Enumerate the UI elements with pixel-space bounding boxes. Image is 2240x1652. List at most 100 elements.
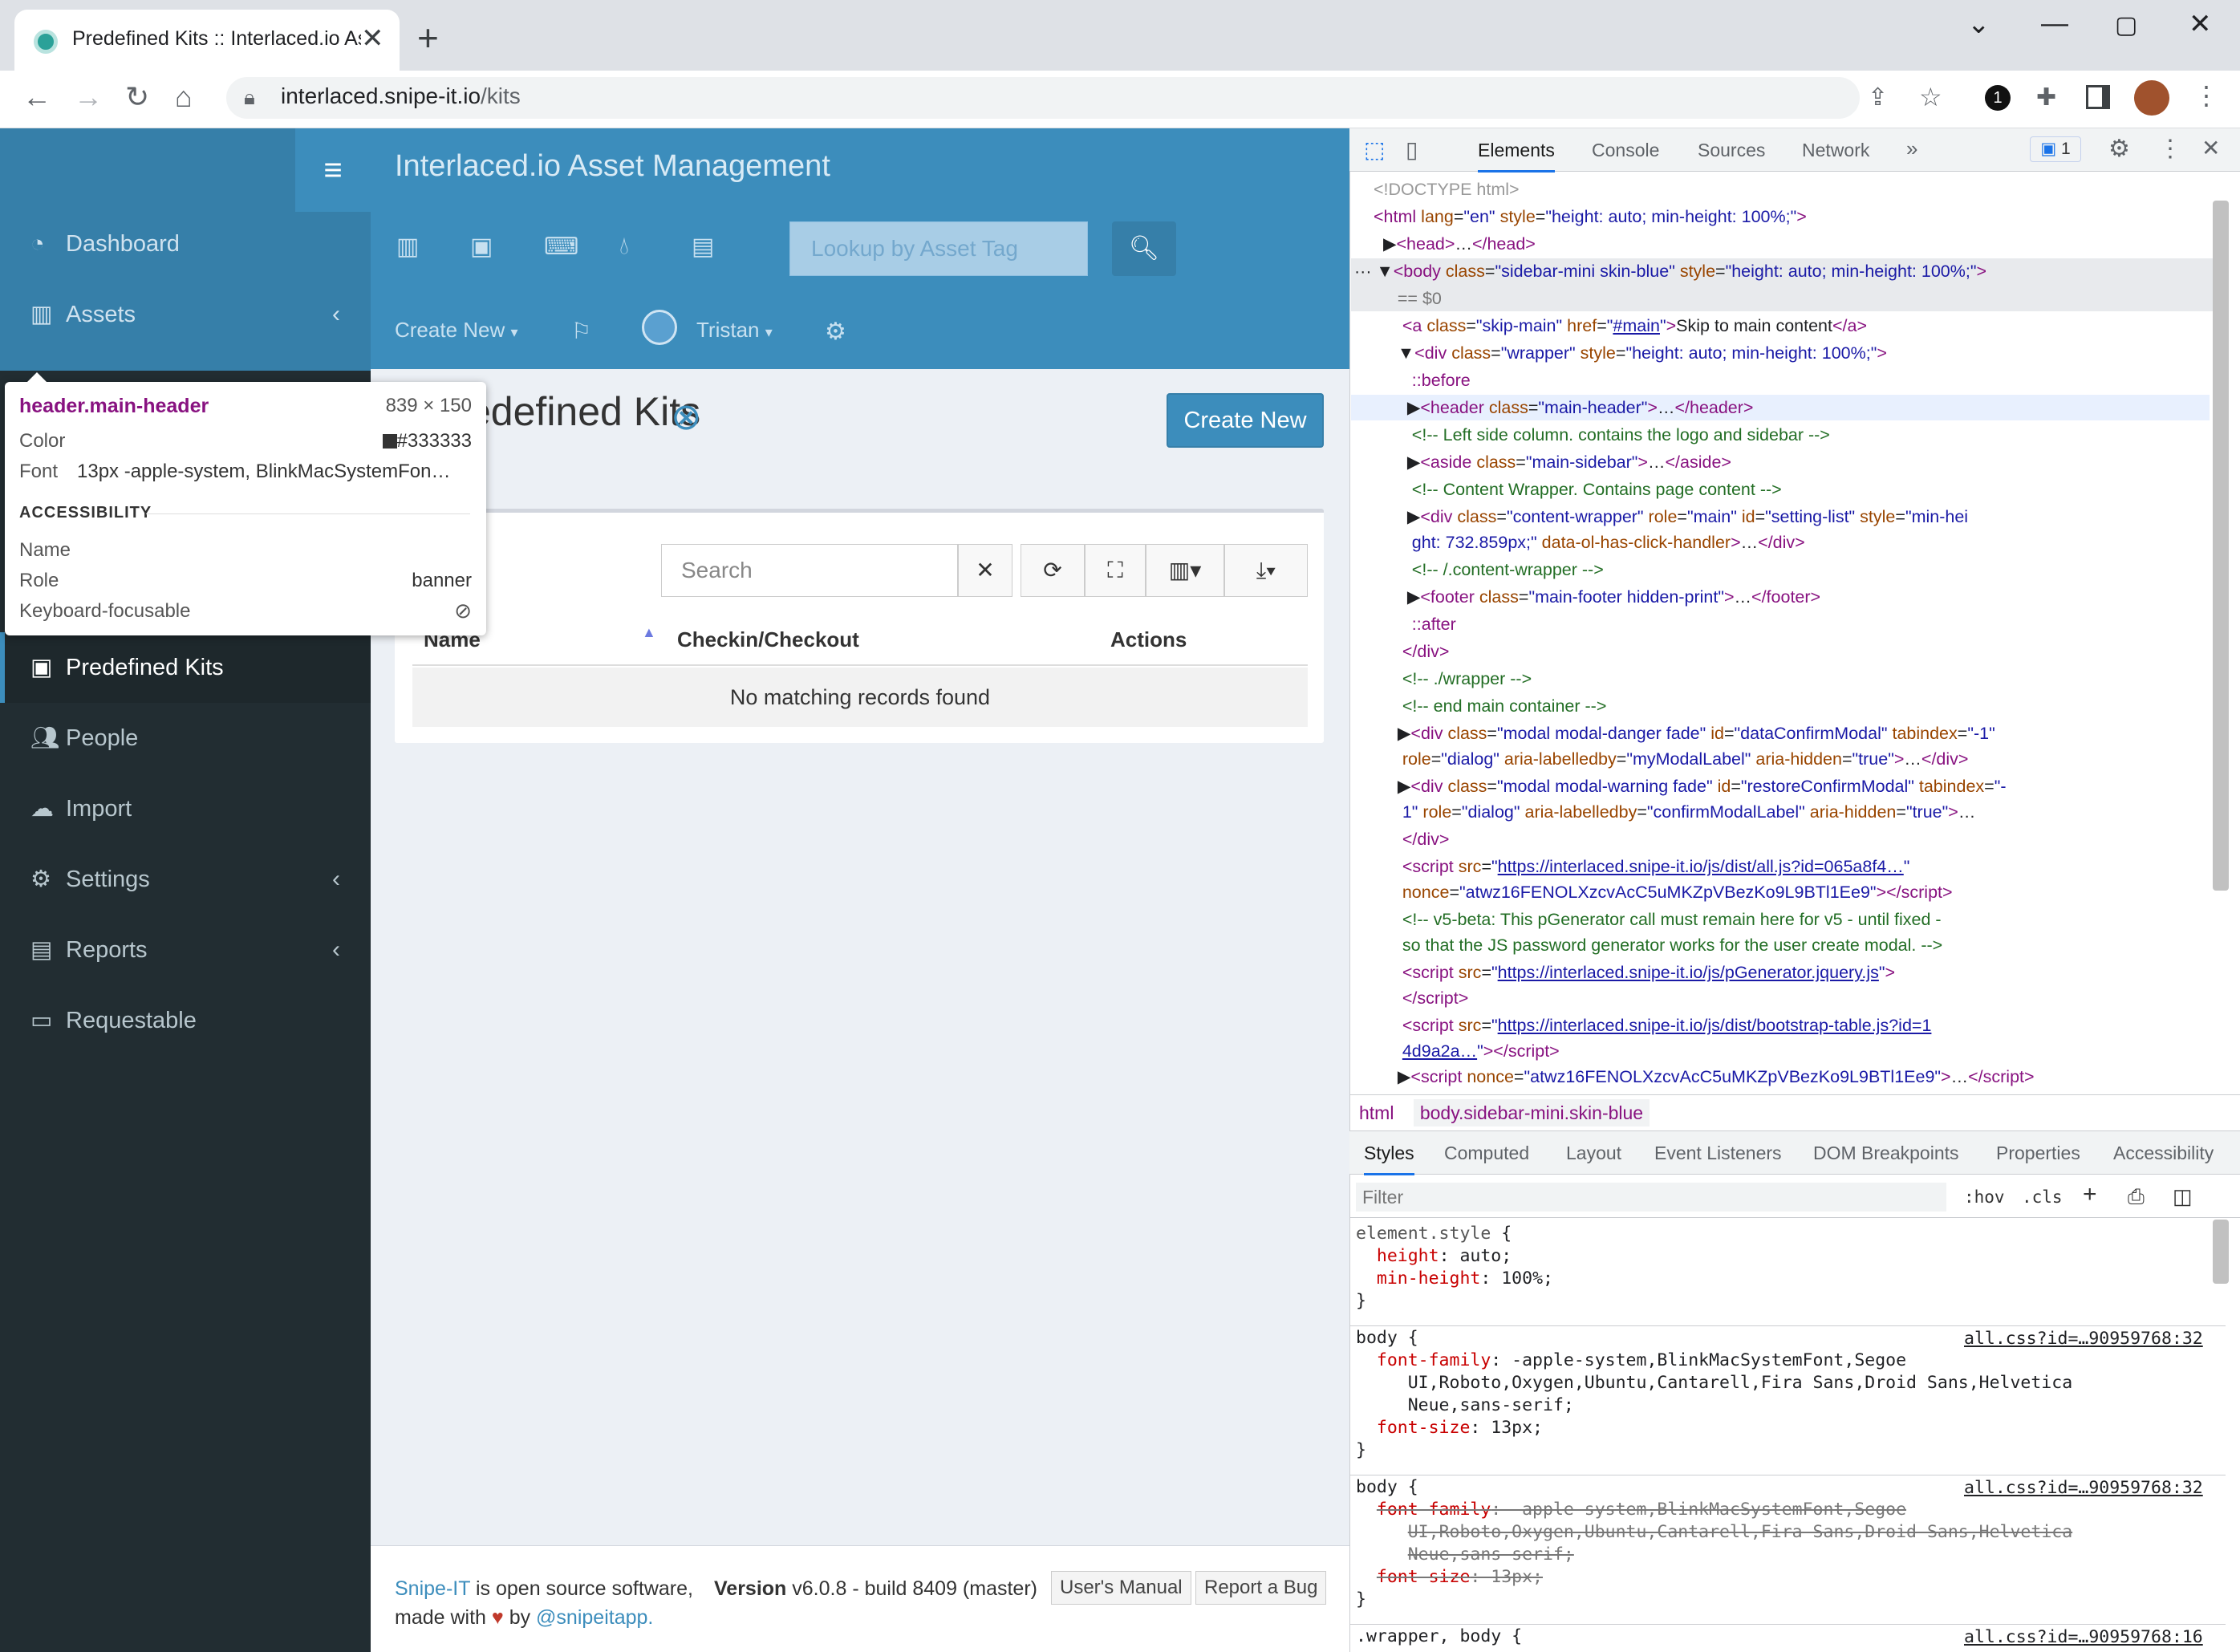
paint-icon[interactable]: ⎙ bbox=[2128, 1184, 2145, 1210]
assets-barcode-icon[interactable]: ▥ bbox=[396, 233, 419, 261]
sidebar-item-reports[interactable]: ▤ Reports ‹ bbox=[0, 915, 371, 985]
lock-icon[interactable]: 🔒︎ bbox=[244, 85, 255, 111]
forward-icon[interactable]: → bbox=[74, 80, 103, 114]
close-devtools-icon[interactable]: ✕ bbox=[2201, 135, 2220, 161]
sidebar-item-settings[interactable]: ⚙ Settings ‹ bbox=[0, 844, 371, 915]
dom-line[interactable]: <!-- end main container --> bbox=[1374, 693, 1607, 719]
dom-line[interactable]: </script> bbox=[1374, 985, 1468, 1011]
profile-avatar[interactable] bbox=[2134, 80, 2169, 116]
home-icon[interactable]: ⌂ bbox=[175, 80, 193, 114]
dom-line[interactable]: ght: 732.859px;" data-ol-has-click-handl… bbox=[1374, 530, 1805, 555]
styles-scrollbar[interactable] bbox=[2213, 1220, 2229, 1284]
dom-line[interactable]: so that the JS password generator works … bbox=[1374, 932, 1942, 958]
dom-line[interactable]: <!-- v5-beta: This pGenerator call must … bbox=[1374, 907, 1942, 932]
dom-line[interactable]: role="dialog" aria-labelledby="myModalLa… bbox=[1374, 746, 1969, 772]
tab-elements[interactable]: Elements bbox=[1478, 140, 1555, 173]
issues-badge[interactable]: ▣ 1 bbox=[2030, 136, 2081, 162]
create-new-button[interactable]: Create New bbox=[1167, 393, 1324, 448]
extensions-icon[interactable]: ✚ bbox=[2036, 83, 2056, 112]
more-tabs-icon[interactable]: » bbox=[1906, 136, 1917, 161]
dom-line[interactable]: ::after bbox=[1374, 611, 1456, 637]
new-tab-button[interactable]: + bbox=[417, 16, 439, 59]
device-toolbar-icon[interactable]: ▯ bbox=[1406, 136, 1418, 163]
dom-line[interactable]: <html lang="en" style="height: auto; min… bbox=[1374, 204, 1807, 229]
report-bug-button[interactable]: Report a Bug bbox=[1195, 1571, 1327, 1605]
dom-line[interactable]: 1" role="dialog" aria-labelledby="confir… bbox=[1374, 799, 1975, 825]
side-panel-icon[interactable] bbox=[2086, 85, 2110, 109]
dom-line[interactable]: </div> bbox=[1374, 639, 1450, 664]
dom-line[interactable]: ▶<aside class="main-sidebar">…</aside> bbox=[1374, 449, 1731, 475]
user-avatar[interactable] bbox=[642, 310, 677, 345]
dom-line[interactable]: ::before bbox=[1374, 367, 1471, 393]
toggle-sidebar-icon[interactable]: ◫ bbox=[2173, 1184, 2193, 1209]
reload-icon[interactable]: ↻ bbox=[125, 80, 149, 114]
dom-line[interactable]: nonce="atwz16FENOLXzcvAcC5uMKZpVBezKo9L9… bbox=[1374, 879, 1953, 905]
hov-toggle[interactable]: :hov bbox=[1964, 1187, 2005, 1207]
dom-line[interactable]: <script src="https://interlaced.snipe-it… bbox=[1374, 854, 1910, 879]
column-header-checkin-checkout[interactable]: Checkin/Checkout bbox=[677, 627, 859, 652]
flag-icon[interactable]: ⚐ bbox=[571, 318, 591, 344]
help-lifebuoy-icon[interactable]: ⊗ bbox=[671, 395, 702, 438]
url-text[interactable]: interlaced.snipe-it.io/kits bbox=[281, 83, 521, 109]
maximize-button[interactable]: ▢ bbox=[2115, 11, 2137, 39]
users-manual-button[interactable]: User's Manual bbox=[1051, 1571, 1191, 1605]
snipeitapp-link[interactable]: @snipeitapp. bbox=[536, 1606, 653, 1629]
tab-computed[interactable]: Computed bbox=[1444, 1143, 1529, 1164]
tab-accessibility[interactable]: Accessibility bbox=[2113, 1143, 2214, 1164]
new-style-rule-icon[interactable]: + bbox=[2083, 1181, 2097, 1208]
browser-tab[interactable]: Predefined Kits :: Interlaced.io As ✕ bbox=[14, 10, 400, 71]
admin-gears-icon[interactable]: ⚙ bbox=[825, 318, 846, 346]
dom-line[interactable]: <!-- ./wrapper --> bbox=[1374, 666, 1532, 692]
tab-styles[interactable]: Styles bbox=[1364, 1143, 1414, 1175]
dom-line[interactable]: <!DOCTYPE html> bbox=[1374, 177, 1520, 202]
sidebar-item-import[interactable]: ☁ Import bbox=[0, 773, 371, 844]
sidebar-toggle-icon[interactable]: ≡ bbox=[295, 128, 371, 212]
cls-toggle[interactable]: .cls bbox=[2022, 1187, 2063, 1207]
back-icon[interactable]: ← bbox=[22, 80, 51, 114]
sidebar-item-dashboard[interactable]: ◔ Dashboard bbox=[0, 209, 371, 279]
css-source-link[interactable]: all.css?id=…90959768:16 bbox=[1964, 1627, 2203, 1647]
dom-line[interactable]: <script src="https://interlaced.snipe-it… bbox=[1374, 1013, 1932, 1038]
dom-line[interactable]: <script src="https://interlaced.snipe-it… bbox=[1374, 960, 1895, 985]
password-manager-icon[interactable]: 1 bbox=[1985, 85, 2011, 111]
keyboard-icon[interactable]: ⌨ bbox=[544, 233, 578, 261]
dom-line[interactable]: ▶<div class="content-wrapper" role="main… bbox=[1374, 504, 1968, 530]
fullscreen-icon[interactable]: ⛶ bbox=[1085, 544, 1146, 597]
dom-line[interactable]: ▼<div class="wrapper" style="height: aut… bbox=[1374, 340, 1887, 366]
css-rule-wrapper-body[interactable]: .wrapper, body { bbox=[1356, 1626, 1522, 1648]
dom-tree-scrollbar[interactable] bbox=[2213, 201, 2229, 891]
styles-filter-input[interactable]: Filter bbox=[1356, 1183, 1946, 1212]
tab-network[interactable]: Network bbox=[1802, 140, 1869, 161]
dom-line[interactable]: ··· ▼<body class="sidebar-mini skin-blue… bbox=[1354, 258, 1986, 284]
css-source-link[interactable]: all.css?id=…90959768:32 bbox=[1964, 1478, 2203, 1498]
tab-search-icon[interactable]: ⌄ bbox=[1967, 8, 1990, 40]
breadcrumb-html[interactable]: html bbox=[1359, 1102, 1394, 1123]
sidebar-item-requestable[interactable]: ▭ Requestable bbox=[0, 985, 371, 1056]
devtools-settings-icon[interactable]: ⚙ bbox=[2108, 135, 2130, 163]
inspect-element-icon[interactable]: ⬚ bbox=[1364, 136, 1385, 163]
bookmark-star-icon[interactable]: ☆ bbox=[1919, 82, 1942, 112]
close-tab-icon[interactable]: ✕ bbox=[361, 22, 384, 55]
dom-line[interactable]: <!-- Content Wrapper. Contains page cont… bbox=[1374, 477, 1782, 502]
css-rule-element-style[interactable]: element.style { height: auto; min-height… bbox=[1356, 1223, 1553, 1313]
clear-search-icon[interactable]: ✕ bbox=[958, 544, 1012, 597]
devtools-menu-icon[interactable]: ⋮ bbox=[2158, 135, 2182, 163]
dom-line[interactable]: <!-- /.content-wrapper --> bbox=[1374, 557, 1604, 582]
sidebar-item-assets[interactable]: ▥ Assets ‹ bbox=[0, 279, 371, 350]
user-menu[interactable]: Tristan ▾ bbox=[696, 318, 773, 343]
minimize-button[interactable]: — bbox=[2041, 8, 2068, 39]
table-search-input[interactable]: Search bbox=[661, 544, 958, 597]
save-icon[interactable]: ▣ bbox=[470, 233, 493, 261]
dom-line[interactable]: ▶<div class="modal modal-danger fade" id… bbox=[1374, 720, 1995, 746]
sidebar-item-predefined-kits[interactable]: ▣ Predefined Kits bbox=[0, 632, 371, 703]
refresh-icon[interactable]: ⟳ bbox=[1021, 544, 1085, 597]
dom-line[interactable]: </div> bbox=[1374, 826, 1450, 852]
dom-line[interactable]: ▶<div class="modal modal-warning fade" i… bbox=[1374, 773, 2007, 799]
sidebar-item-people[interactable]: 👥︎ People bbox=[0, 703, 371, 773]
brand-title[interactable]: Interlaced.io Asset Management bbox=[395, 149, 830, 184]
create-new-menu[interactable]: Create New ▾ bbox=[395, 318, 518, 343]
css-source-link[interactable]: all.css?id=…90959768:32 bbox=[1964, 1329, 2203, 1349]
tint-icon[interactable]: 💧︎ bbox=[619, 233, 629, 260]
tab-event-listeners[interactable]: Event Listeners bbox=[1654, 1143, 1782, 1164]
tab-console[interactable]: Console bbox=[1592, 140, 1659, 161]
